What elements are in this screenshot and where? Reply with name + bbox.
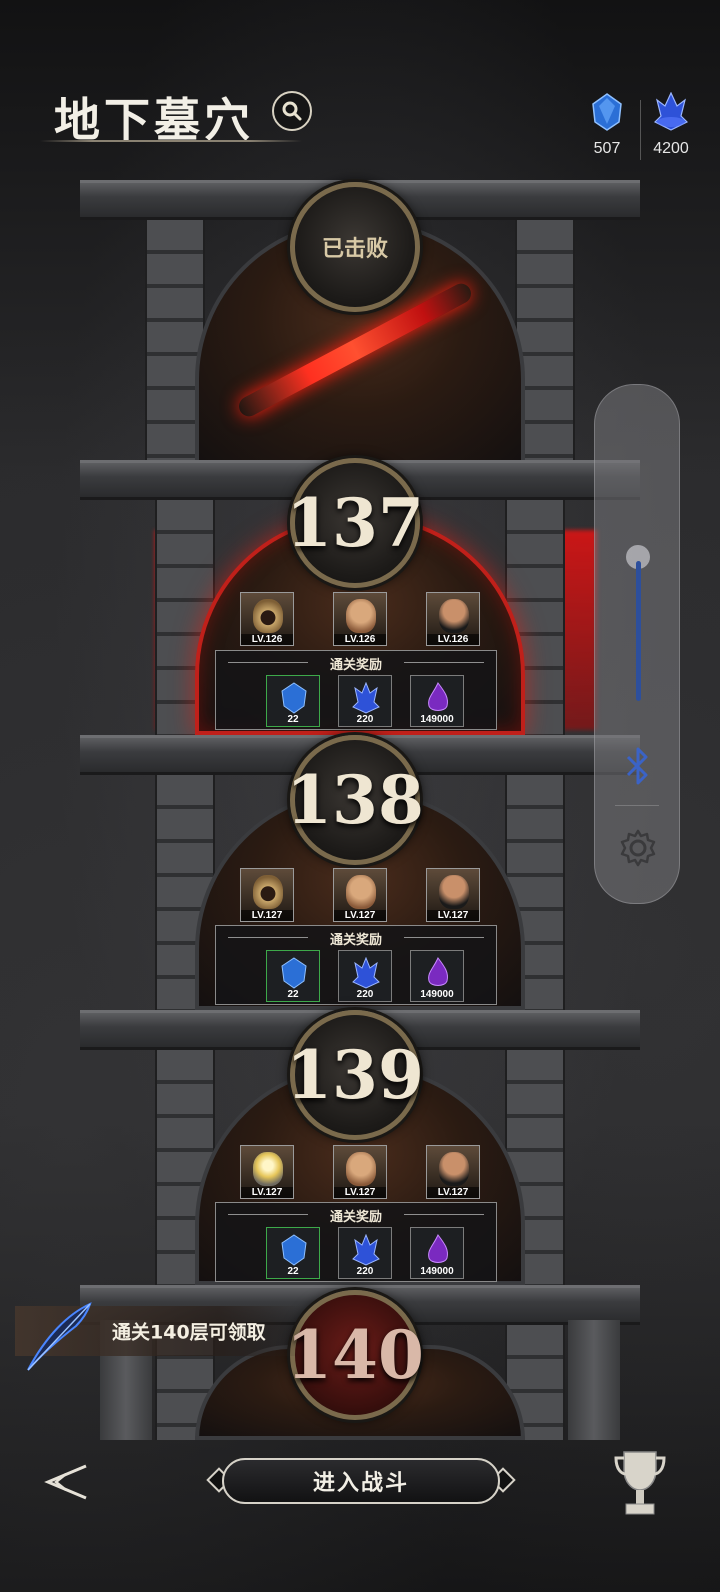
flame-crystal-count: 4200 bbox=[653, 140, 689, 157]
enemy-row: LV.126 LV.126 LV.126 bbox=[240, 592, 480, 646]
reward-flame-crystal[interactable]: 220 bbox=[338, 675, 392, 727]
enemy-portrait-bearded[interactable]: LV.126 bbox=[333, 592, 387, 646]
enemy-portrait-masked[interactable]: LV.127 bbox=[426, 868, 480, 922]
floor-number-medal: 137 bbox=[286, 458, 424, 588]
dungeon-tower: 已击败 137 LV.126 LV.126 LV.126 通关奖励 22 220… bbox=[80, 180, 640, 1440]
search-icon bbox=[282, 101, 302, 121]
floor-number-medal: 138 bbox=[286, 735, 424, 865]
blue-crystal-icon bbox=[592, 93, 622, 131]
system-side-panel bbox=[594, 384, 680, 904]
bluetooth-icon[interactable] bbox=[624, 745, 652, 787]
milestone-reward-text: 通关140层可领取 bbox=[112, 1321, 266, 1344]
floor-137[interactable]: 137 LV.126 LV.126 LV.126 通关奖励 22 220 149… bbox=[80, 458, 640, 735]
floor-number: 140 bbox=[286, 1316, 424, 1394]
reward-blue-crystal[interactable]: 22 bbox=[266, 1227, 320, 1279]
purple-flame-icon bbox=[428, 957, 448, 986]
reward-purple-flame[interactable]: 149000 bbox=[410, 675, 464, 727]
enemy-row: LV.127 LV.127 LV.127 bbox=[240, 868, 480, 922]
search-button[interactable] bbox=[272, 91, 312, 131]
feather-reward-icon bbox=[27, 1302, 92, 1371]
blue-flame-crystal-icon bbox=[352, 1234, 380, 1266]
defeated-medal: 已击败 bbox=[290, 182, 420, 312]
reward-box: 通关奖励 22 220 149000 bbox=[215, 650, 497, 730]
resource-flame-crystal[interactable]: 4200 bbox=[636, 91, 706, 158]
blue-flame-crystal-icon bbox=[653, 91, 689, 131]
reward-blue-crystal[interactable]: 22 bbox=[266, 675, 320, 727]
blue-crystal-icon bbox=[281, 1234, 307, 1266]
reward-title: 通关奖励 bbox=[329, 1210, 382, 1225]
reward-box: 通关奖励 22 220 149000 bbox=[215, 1202, 497, 1282]
page-title-block: 地下墓穴 bbox=[40, 84, 302, 147]
enter-battle-button[interactable]: 进入战斗 bbox=[222, 1458, 500, 1504]
enemy-portrait-bearded[interactable]: LV.127 bbox=[333, 868, 387, 922]
blue-crystal-icon bbox=[281, 682, 307, 714]
floor-number-medal: 140 bbox=[286, 1290, 424, 1420]
enemy-portrait-masked[interactable]: LV.127 bbox=[426, 1145, 480, 1199]
title-underline bbox=[40, 140, 302, 142]
enemy-portrait-radiant[interactable]: LV.127 bbox=[240, 1145, 294, 1199]
gear-icon[interactable] bbox=[618, 828, 658, 868]
purple-flame-icon bbox=[428, 682, 448, 711]
reward-box: 通关奖励 22 220 149000 bbox=[215, 925, 497, 1005]
panel-divider bbox=[615, 805, 659, 806]
resource-crystal[interactable]: 507 bbox=[572, 92, 642, 158]
floor-138[interactable]: 138 LV.127 LV.127 LV.127 通关奖励 22 220 149… bbox=[80, 735, 640, 1010]
enemy-row: LV.127 LV.127 LV.127 bbox=[240, 1145, 480, 1199]
purple-flame-icon bbox=[428, 1234, 448, 1263]
floor-number: 137 bbox=[286, 484, 424, 562]
crystal-count: 507 bbox=[593, 140, 621, 157]
floor-number-medal: 139 bbox=[286, 1010, 424, 1140]
blue-flame-crystal-icon bbox=[352, 957, 380, 989]
reward-title: 通关奖励 bbox=[329, 933, 382, 948]
reward-title: 通关奖励 bbox=[329, 658, 382, 673]
floor-defeated: 已击败 bbox=[80, 180, 640, 465]
reward-flame-crystal[interactable]: 220 bbox=[338, 950, 392, 1002]
trophy-icon[interactable] bbox=[612, 1448, 668, 1522]
volume-slider[interactable] bbox=[636, 561, 641, 701]
enemy-portrait-bearded[interactable]: LV.127 bbox=[333, 1145, 387, 1199]
back-arrow-icon[interactable] bbox=[38, 1462, 92, 1502]
enemy-portrait-hooded[interactable]: LV.127 bbox=[240, 868, 294, 922]
floor-number: 138 bbox=[286, 761, 424, 839]
reward-purple-flame[interactable]: 149000 bbox=[410, 950, 464, 1002]
blue-flame-crystal-icon bbox=[352, 682, 380, 714]
enemy-portrait-masked[interactable]: LV.126 bbox=[426, 592, 480, 646]
bottom-pillar-right bbox=[568, 1320, 620, 1440]
enemy-portrait-hooded[interactable]: LV.126 bbox=[240, 592, 294, 646]
reward-flame-crystal[interactable]: 220 bbox=[338, 1227, 392, 1279]
reward-blue-crystal[interactable]: 22 bbox=[266, 950, 320, 1002]
floor-number: 139 bbox=[286, 1036, 424, 1114]
blue-crystal-icon bbox=[281, 957, 307, 989]
floor-139[interactable]: 139 LV.127 LV.127 LV.127 通关奖励 22 220 149… bbox=[80, 1010, 640, 1285]
defeated-label: 已击败 bbox=[321, 237, 388, 262]
reward-purple-flame[interactable]: 149000 bbox=[410, 1227, 464, 1279]
